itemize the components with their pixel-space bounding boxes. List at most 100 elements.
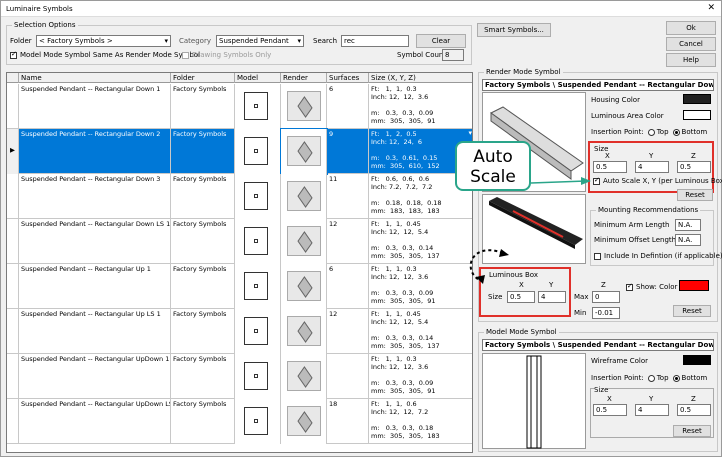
header-model[interactable]: Model xyxy=(235,73,281,83)
table-row[interactable]: Suspended Pendant -- Rectangular Up LS 1… xyxy=(7,309,472,354)
checkbox-checked-icon xyxy=(10,50,17,59)
render-symbol-shape-icon xyxy=(297,141,313,163)
render-symbol-icon xyxy=(287,226,321,256)
row-surfaces: 6 xyxy=(327,264,369,309)
model-symbol-center-icon xyxy=(254,374,258,378)
model-symbol-center-icon xyxy=(254,419,258,423)
category-label: Category xyxy=(179,37,211,45)
row-render-thumbnail xyxy=(281,399,327,444)
help-button[interactable]: Help xyxy=(666,53,716,67)
row-model-thumbnail xyxy=(235,129,281,174)
model-size-y-input[interactable]: 4 xyxy=(635,404,669,416)
smart-symbols-button[interactable]: Smart Symbols... xyxy=(477,23,551,37)
row-folder: Factory Symbols xyxy=(171,219,235,264)
callout-line1: Auto xyxy=(473,147,513,167)
row-surfaces: 12 xyxy=(327,219,369,264)
render-symbol-shape-icon xyxy=(297,366,313,388)
row-indicator xyxy=(7,84,19,129)
row-folder: Factory Symbols xyxy=(171,399,235,444)
search-label: Search xyxy=(313,37,338,45)
row-indicator xyxy=(7,354,19,399)
housing-color-swatch[interactable] xyxy=(683,94,711,104)
model-bottom-radio[interactable] xyxy=(672,374,680,382)
model-symbol-icon xyxy=(244,407,268,435)
lumbox-reset-button[interactable]: Reset xyxy=(673,305,711,317)
row-size: Ft: 1, 1, 0.45 Inch: 12, 12, 5.4 m: 0.3,… xyxy=(369,309,472,354)
drawing-only-label: Drawing Symbols Only xyxy=(192,51,272,59)
table-row[interactable]: Suspended Pendant -- Rectangular Up 1 Fac… xyxy=(7,264,472,309)
search-input[interactable]: rec xyxy=(341,35,409,47)
model-same-checkbox[interactable]: Model Mode Symbol Same As Render Mode Sy… xyxy=(10,50,201,60)
model-symbol-icon xyxy=(244,182,268,210)
model-symbol-center-icon xyxy=(254,104,258,108)
table-row[interactable]: Suspended Pendant -- Rectangular UpDown … xyxy=(7,399,472,444)
model-top-radio[interactable] xyxy=(647,374,655,382)
folder-dropdown[interactable]: < Factory Symbols > xyxy=(36,35,171,47)
model-insertion-row: Insertion Point: Top Bottom xyxy=(591,374,707,383)
symbol-count-label: Symbol Count xyxy=(397,51,447,59)
row-name: Suspended Pendant -- Rectangular Up 1 xyxy=(19,264,171,309)
model-symbol-icon xyxy=(244,227,268,255)
auto-scale-callout: Auto Scale xyxy=(455,141,531,191)
symbol-count-value: 8 xyxy=(442,49,464,61)
close-icon[interactable]: ✕ xyxy=(707,3,715,13)
row-name: Suspended Pendant -- Rectangular Down 1 xyxy=(19,84,171,129)
model-size-x-input[interactable]: 0.5 xyxy=(593,404,627,416)
row-render-thumbnail xyxy=(281,309,327,354)
callout-line2: Scale xyxy=(470,167,516,187)
symbols-table: Name Folder Model Render Surfaces Size (… xyxy=(6,72,473,453)
model-mode-caption: Model Mode Symbol xyxy=(484,328,559,336)
table-row[interactable]: Suspended Pendant -- Rectangular UpDown … xyxy=(7,354,472,399)
render-symbol-shape-icon xyxy=(297,411,313,433)
row-surfaces: 11 xyxy=(327,174,369,219)
row-indicator xyxy=(7,219,19,264)
model-symbol-path: Factory Symbols \ Suspended Pendant -- R… xyxy=(482,339,714,351)
header-name[interactable]: Name xyxy=(19,73,171,83)
row-indicator xyxy=(7,264,19,309)
render-symbol-shape-icon xyxy=(297,96,313,118)
render-symbol-icon xyxy=(287,361,321,391)
drawing-only-checkbox[interactable]: Drawing Symbols Only xyxy=(182,51,271,60)
model-reset-button[interactable]: Reset xyxy=(673,425,711,437)
clear-button[interactable]: Clear xyxy=(416,34,466,48)
wireframe-color-swatch[interactable] xyxy=(683,355,711,365)
model-symbol-center-icon xyxy=(254,239,258,243)
category-dropdown[interactable]: Suspended Pendant xyxy=(216,35,304,47)
row-name: Suspended Pendant -- Rectangular Up LS 1 xyxy=(19,309,171,354)
render-symbol-icon xyxy=(287,271,321,301)
row-name: Suspended Pendant -- Rectangular UpDown … xyxy=(19,354,171,399)
header-size[interactable]: Size (X, Y, Z) xyxy=(369,73,472,83)
ok-button[interactable]: Ok xyxy=(666,21,716,35)
checkbox-icon xyxy=(182,51,189,59)
model-symbol-center-icon xyxy=(254,194,258,198)
row-surfaces: 9 xyxy=(327,129,369,174)
model-insertion-label: Insertion Point: xyxy=(591,374,644,382)
wireframe-color-label: Wireframe Color xyxy=(591,357,649,365)
table-row[interactable]: Suspended Pendant -- Rectangular Down 3F… xyxy=(7,174,472,219)
row-folder: Factory Symbols xyxy=(171,309,235,354)
lumbox-min-input[interactable]: -0.01 xyxy=(592,307,620,319)
model-same-label: Model Mode Symbol Same As Render Mode Sy… xyxy=(20,51,201,59)
header-indicator xyxy=(7,73,19,83)
header-surfaces[interactable]: Surfaces xyxy=(327,73,369,83)
row-render-thumbnail xyxy=(281,84,327,129)
row-surfaces: 6 xyxy=(327,84,369,129)
row-name: Suspended Pendant -- Rectangular UpDown … xyxy=(19,399,171,444)
row-model-thumbnail xyxy=(235,84,281,129)
row-folder: Factory Symbols xyxy=(171,354,235,399)
table-row[interactable]: ▶ Suspended Pendant -- Rectangular Down 2… xyxy=(7,128,472,175)
model-size-z-input[interactable]: 0.5 xyxy=(677,404,711,416)
render-symbol-icon xyxy=(287,136,321,166)
render-symbol-path: Factory Symbols \ Suspended Pendant -- R… xyxy=(482,79,714,91)
row-model-thumbnail xyxy=(235,219,281,264)
luminous-area-color-label: Luminous Area Color xyxy=(591,112,664,120)
header-folder[interactable]: Folder xyxy=(171,73,235,83)
model-z-label: Z xyxy=(691,395,696,403)
lumbox-min-label: Min xyxy=(574,309,587,317)
table-row[interactable]: Suspended Pendant -- Rectangular Down LS… xyxy=(7,219,472,264)
table-row[interactable]: Suspended Pendant -- Rectangular Down 1F… xyxy=(7,84,472,129)
header-render[interactable]: Render xyxy=(281,73,327,83)
row-surfaces: 12 xyxy=(327,309,369,354)
cancel-button[interactable]: Cancel xyxy=(666,37,716,51)
luminous-area-color-swatch[interactable] xyxy=(683,110,711,120)
